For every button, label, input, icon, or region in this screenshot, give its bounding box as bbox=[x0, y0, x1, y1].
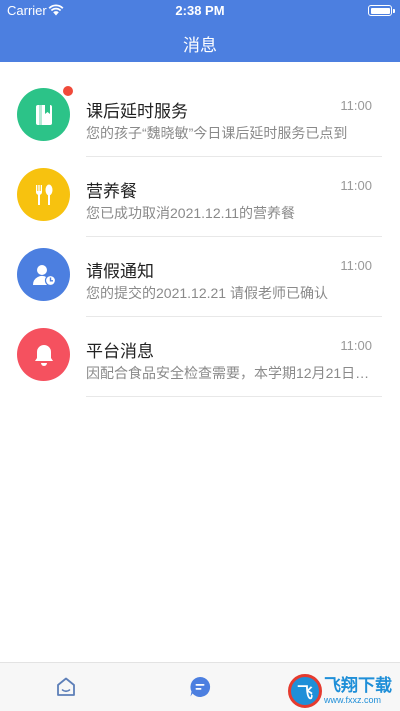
person-clock-icon bbox=[32, 264, 56, 286]
message-title: 平台消息 bbox=[86, 342, 154, 361]
battery-icon bbox=[368, 5, 395, 16]
message-avatar bbox=[17, 88, 70, 141]
message-preview: 您已成功取消2021.12.11的营养餐 bbox=[86, 205, 296, 221]
message-preview: 您的提交的2021.12.21 请假老师已确认 bbox=[86, 285, 328, 301]
watermark-title: 飞翔下载 bbox=[324, 676, 392, 695]
message-item-after-school-service[interactable]: 课后延时服务 11:00 您的孩子“魏晓敏”今日课后延时服务已点到 bbox=[0, 62, 400, 157]
fork-spoon-icon bbox=[35, 184, 52, 205]
status-bar: Carrier 2:38 PM bbox=[0, 0, 400, 22]
message-item-nutrition-meal[interactable]: 营养餐 11:00 您已成功取消2021.12.11的营养餐 bbox=[0, 142, 400, 237]
tab-bar: 飞 飞翔下载 www.fxxz.com bbox=[0, 662, 400, 711]
message-icon bbox=[190, 676, 211, 697]
page-title: 消息 bbox=[183, 36, 217, 55]
message-preview: 因配合食品安全检查需要，本学期12月21日… bbox=[86, 365, 370, 381]
bell-icon bbox=[34, 344, 53, 366]
message-list: 课后延时服务 11:00 您的孩子“魏晓敏”今日课后延时服务已点到 营养餐 11… bbox=[0, 62, 400, 397]
message-item-leave-notice[interactable]: 请假通知 11:00 您的提交的2021.12.21 请假老师已确认 bbox=[0, 222, 400, 317]
divider bbox=[86, 396, 382, 397]
header: Carrier 2:38 PM 消息 bbox=[0, 0, 400, 62]
message-item-platform[interactable]: 平台消息 11:00 因配合食品安全检查需要，本学期12月21日… bbox=[0, 302, 400, 397]
message-preview: 您的孩子“魏晓敏”今日课后延时服务已点到 bbox=[86, 125, 348, 141]
message-title: 营养餐 bbox=[86, 182, 137, 201]
home-icon bbox=[57, 677, 75, 696]
tab-messages[interactable] bbox=[188, 675, 212, 699]
watermark: 飞 飞翔下载 www.fxxz.com bbox=[288, 674, 392, 708]
watermark-logo: 飞 bbox=[288, 674, 322, 708]
watermark-url: www.fxxz.com bbox=[324, 695, 382, 705]
message-avatar bbox=[17, 248, 70, 301]
message-avatar bbox=[17, 168, 70, 221]
clock: 2:38 PM bbox=[175, 3, 225, 18]
message-time: 11:00 bbox=[340, 338, 372, 353]
message-time: 11:00 bbox=[340, 178, 372, 193]
message-time: 11:00 bbox=[340, 258, 372, 273]
message-title: 请假通知 bbox=[86, 262, 154, 281]
message-title: 课后延时服务 bbox=[86, 102, 188, 121]
book-icon bbox=[35, 104, 52, 125]
unread-badge bbox=[63, 86, 73, 96]
message-time: 11:00 bbox=[340, 98, 372, 113]
tab-home[interactable] bbox=[54, 675, 78, 699]
message-avatar bbox=[17, 328, 70, 381]
